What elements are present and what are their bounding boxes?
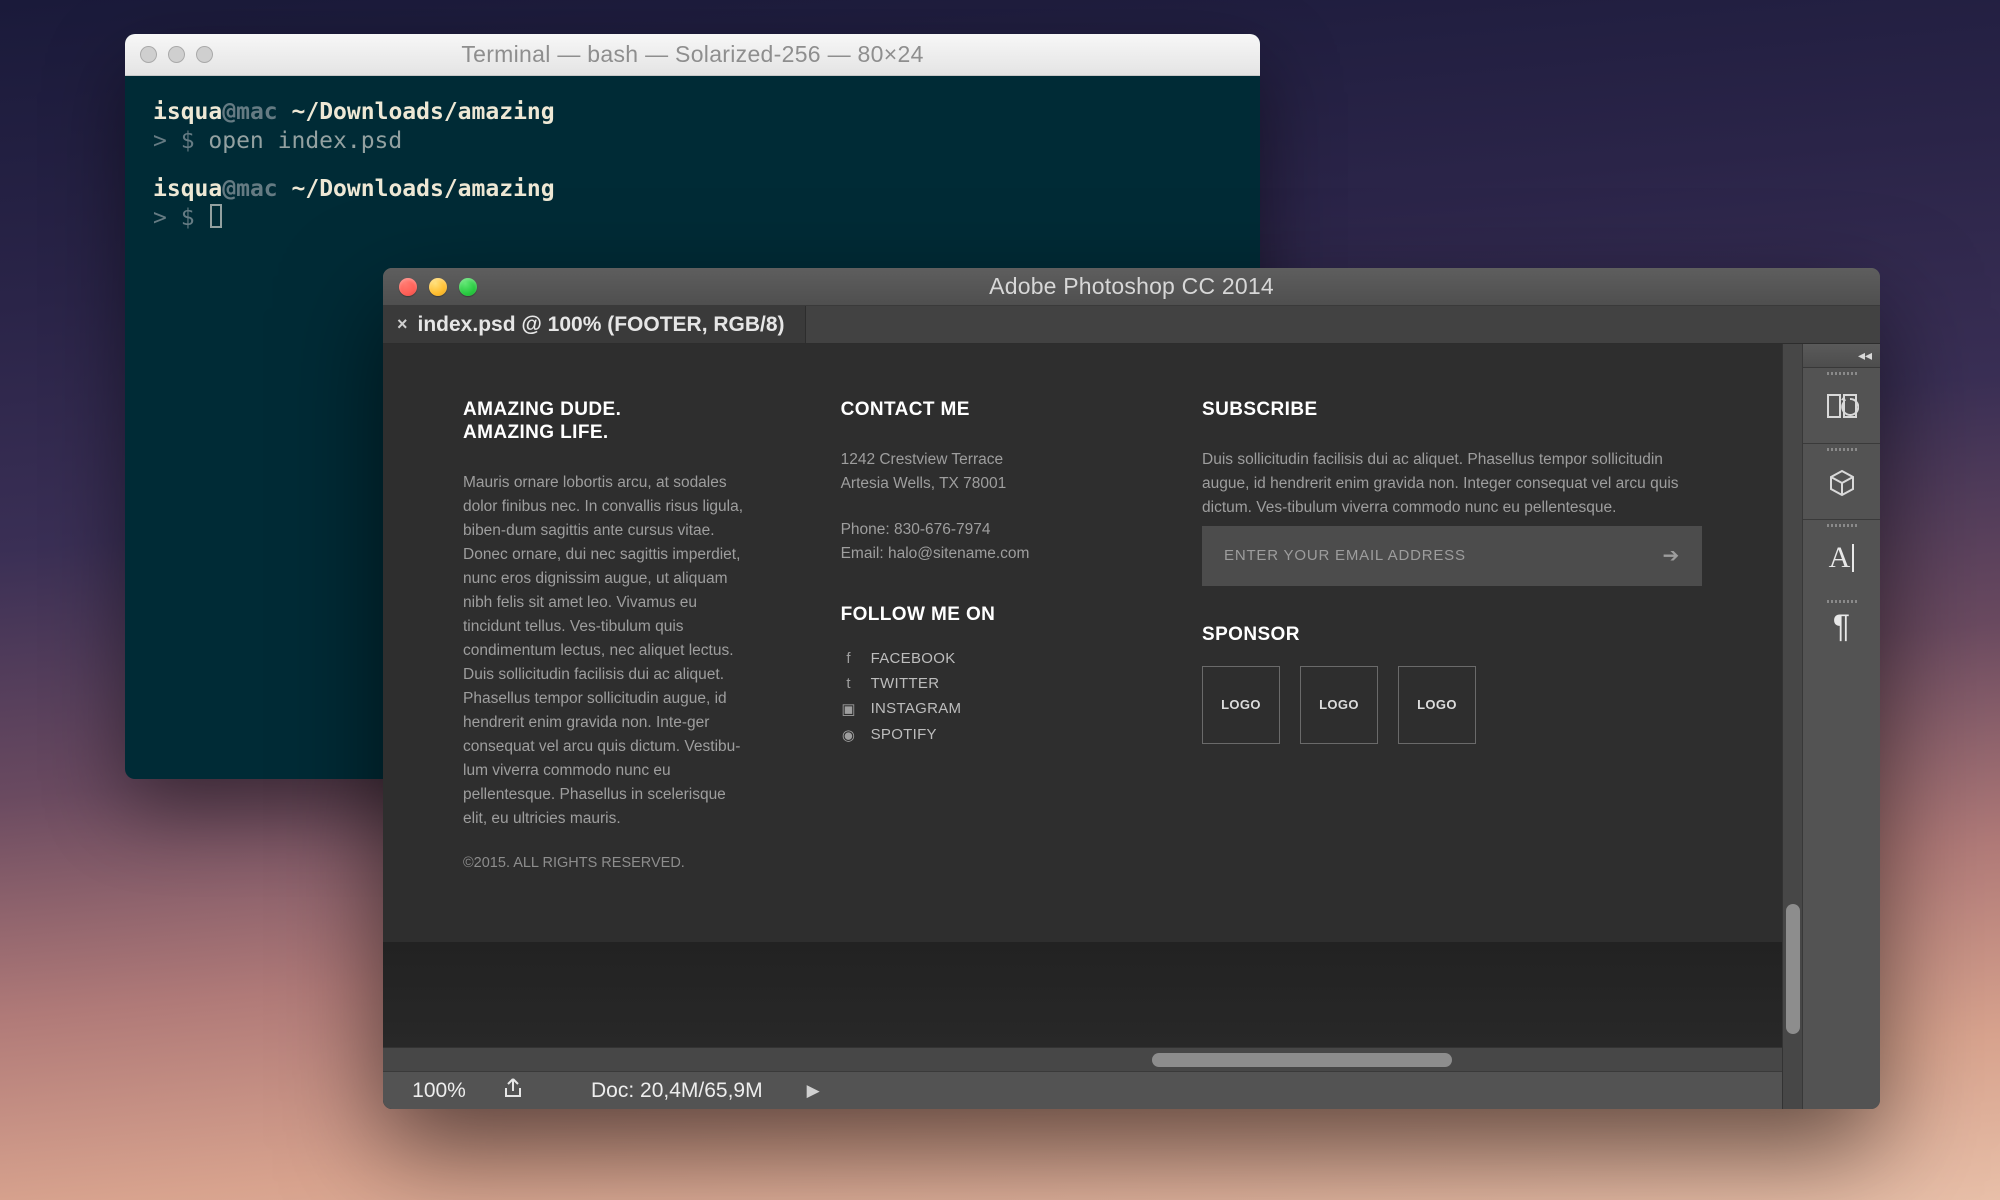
submit-arrow-icon[interactable]: ➔	[1662, 543, 1680, 568]
canvas-area: AMAZING DUDE. AMAZING LIFE. Mauris ornar…	[383, 344, 1782, 1109]
social-link-twitter[interactable]: tTWITTER	[841, 671, 1147, 696]
scrollbar-thumb[interactable]	[1152, 1053, 1452, 1067]
document-tabbar: × index.psd @ 100% (FOOTER, RGB/8)	[383, 306, 1880, 344]
canvas-background	[383, 942, 1782, 1047]
term-command: open index.psd	[208, 128, 402, 154]
footer-copyright: ©2015. ALL RIGHTS RESERVED.	[463, 855, 786, 871]
doc-size[interactable]: Doc: 20,4M/65,9M	[591, 1079, 763, 1103]
footer-col-contact: CONTACT ME 1242 Crestview Terrace Artesi…	[841, 399, 1147, 871]
footer-col-subscribe: SUBSCRIBE Duis sollicitudin facilisis du…	[1202, 399, 1702, 871]
paragraph-panel-icon[interactable]: ¶	[1803, 596, 1880, 656]
footer-col-about: AMAZING DUDE. AMAZING LIFE. Mauris ornar…	[463, 399, 786, 871]
sponsor-logo: LOGO	[1202, 666, 1280, 744]
terminal-command-line: > $ open index.psd	[153, 127, 1232, 156]
social-link-spotify[interactable]: ◉SPOTIFY	[841, 722, 1147, 748]
footer-heading: SPONSOR	[1202, 624, 1702, 646]
terminal-prompt-line: isqua@mac ~/Downloads/amazing	[153, 98, 1232, 127]
photoshop-window: Adobe Photoshop CC 2014 × index.psd @ 10…	[383, 268, 1880, 1109]
footer-heading: SUBSCRIBE	[1202, 399, 1702, 422]
share-icon[interactable]	[503, 1077, 527, 1105]
terminal-cursor-line: > $	[153, 204, 1232, 233]
flyout-arrow-icon[interactable]: ▶	[807, 1081, 820, 1101]
spotify-icon: ◉	[841, 726, 857, 744]
zoom-level[interactable]: 100%	[399, 1079, 479, 1103]
photoshop-title: Adobe Photoshop CC 2014	[383, 273, 1880, 300]
history-panel-icon[interactable]	[1803, 368, 1880, 444]
term-path: ~/Downloads/amazing	[292, 99, 555, 125]
3d-panel-icon[interactable]	[1803, 444, 1880, 520]
terminal-title: Terminal — bash — Solarized-256 — 80×24	[125, 41, 1260, 68]
terminal-prompt-line: isqua@mac ~/Downloads/amazing	[153, 175, 1232, 204]
tab-label: index.psd @ 100% (FOOTER, RGB/8)	[418, 313, 785, 337]
footer-heading: AMAZING DUDE. AMAZING LIFE.	[463, 399, 786, 445]
panel-rail: ◂◂ A ¶	[1802, 344, 1880, 1109]
horizontal-scrollbar[interactable]	[383, 1047, 1782, 1071]
status-bar: 100% Doc: 20,4M/65,9M ▶	[383, 1071, 1782, 1109]
character-panel-icon[interactable]: A	[1803, 520, 1880, 596]
rail-collapse-button[interactable]: ◂◂	[1803, 344, 1880, 368]
document-canvas[interactable]: AMAZING DUDE. AMAZING LIFE. Mauris ornar…	[383, 344, 1782, 942]
vertical-scrollbar[interactable]	[1782, 344, 1802, 1109]
term-user: isqua	[153, 99, 222, 125]
terminal-body[interactable]: isqua@mac ~/Downloads/amazing > $ open i…	[125, 76, 1260, 274]
zoom-icon[interactable]	[196, 46, 213, 63]
footer-body-text: Mauris ornare lobortis arcu, at sodales …	[463, 471, 753, 831]
social-link-facebook[interactable]: fFACEBOOK	[841, 646, 1147, 671]
subscribe-placeholder: ENTER YOUR EMAIL ADDRESS	[1224, 547, 1466, 564]
cursor-icon	[210, 204, 222, 228]
social-link-instagram[interactable]: ▣INSTAGRAM	[841, 696, 1147, 722]
scrollbar-thumb[interactable]	[1786, 904, 1800, 1034]
minimize-icon[interactable]	[168, 46, 185, 63]
sponsor-logo: LOGO	[1398, 666, 1476, 744]
close-icon[interactable]	[140, 46, 157, 63]
sponsor-row: LOGO LOGO LOGO	[1202, 666, 1702, 744]
photoshop-titlebar: Adobe Photoshop CC 2014	[383, 268, 1880, 306]
twitter-icon: t	[841, 675, 857, 692]
terminal-traffic-lights	[140, 46, 213, 63]
tab-close-icon[interactable]: ×	[397, 314, 408, 335]
instagram-icon: ▣	[841, 700, 857, 718]
footer-heading: FOLLOW ME ON	[841, 604, 1147, 626]
subscribe-input[interactable]: ENTER YOUR EMAIL ADDRESS ➔	[1202, 526, 1702, 586]
social-list: fFACEBOOK tTWITTER ▣INSTAGRAM ◉SPOTIFY	[841, 646, 1147, 748]
footer-heading: CONTACT ME	[841, 399, 1147, 422]
sponsor-logo: LOGO	[1300, 666, 1378, 744]
term-host: mac	[236, 99, 278, 125]
terminal-titlebar: Terminal — bash — Solarized-256 — 80×24	[125, 34, 1260, 76]
document-tab[interactable]: × index.psd @ 100% (FOOTER, RGB/8)	[383, 306, 806, 343]
facebook-icon: f	[841, 650, 857, 667]
